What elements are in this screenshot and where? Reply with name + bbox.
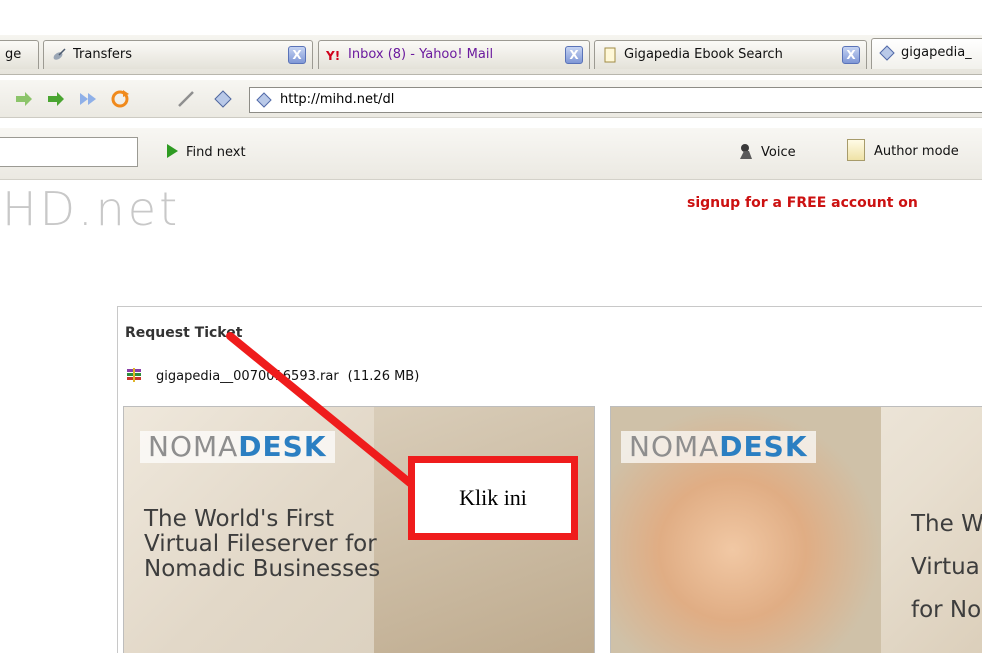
tab-label: Gigapedia Ebook Search: [624, 47, 783, 62]
find-next-label: Find next: [186, 145, 246, 160]
file-size: (11.26 MB): [347, 369, 420, 384]
address-bar[interactable]: http://mihd.net/dl: [249, 87, 982, 113]
site-icon: [879, 45, 895, 61]
file-link[interactable]: gigapedia__0070016593.rar (11.26 MB): [126, 367, 419, 384]
forward-arrow-icon[interactable]: [46, 89, 66, 109]
signup-link[interactable]: signup for a FREE account on: [687, 195, 918, 211]
tab-gigapedia-search[interactable]: Gigapedia Ebook Search X: [594, 40, 867, 69]
site-logo[interactable]: HD.net: [2, 186, 180, 232]
close-tab-icon[interactable]: X: [288, 46, 306, 64]
home-icon[interactable]: [213, 89, 233, 109]
nomadesk-ad-banner[interactable]: NOMADESK The W Virtua for No: [610, 406, 982, 653]
forward-icon[interactable]: [14, 89, 34, 109]
author-mode-label: Author mode: [874, 144, 959, 159]
tab-label: Inbox (8) - Yahoo! Mail: [348, 47, 494, 62]
close-tab-icon[interactable]: X: [842, 46, 860, 64]
document-icon: [847, 139, 865, 161]
yahoo-icon: Y!: [326, 49, 340, 63]
rar-archive-icon: [127, 368, 141, 382]
site-icon: [256, 92, 272, 108]
tab-partial[interactable]: ge: [0, 40, 39, 69]
reload-icon[interactable]: [110, 89, 130, 109]
edit-icon[interactable]: [176, 89, 196, 109]
voice-icon: [740, 144, 752, 159]
annotation-label: Klik ini: [459, 485, 527, 510]
page-icon: [604, 47, 616, 63]
ad-tagline: The W Virtua for No: [911, 511, 982, 623]
nomadesk-logo: NOMADESK: [621, 431, 816, 463]
nomadesk-logo: NOMADESK: [140, 431, 335, 463]
voice-label: Voice: [761, 145, 796, 160]
tab-label: ge: [5, 47, 22, 62]
navigation-bar: http://mihd.net/dl: [0, 80, 982, 118]
tab-yahoo-mail[interactable]: Y! Inbox (8) - Yahoo! Mail X: [318, 40, 590, 69]
file-name: gigapedia__0070016593.rar: [156, 369, 339, 384]
tab-bar: ge Transfers X Y! Inbox (8) - Yahoo! Mai…: [0, 35, 982, 75]
play-icon: [167, 144, 178, 158]
url-text: http://mihd.net/dl: [280, 92, 395, 107]
close-tab-icon[interactable]: X: [565, 46, 583, 64]
voice-button[interactable]: Voice: [737, 142, 796, 160]
author-mode-button[interactable]: Author mode: [847, 139, 959, 161]
ad-tagline: The World's First Virtual Fileserver for…: [144, 506, 381, 582]
annotation-callout: Klik ini: [408, 456, 578, 540]
tab-label: gigapedia_: [901, 45, 972, 60]
satellite-icon: [53, 48, 66, 60]
find-input[interactable]: [0, 137, 138, 167]
fast-forward-icon[interactable]: [78, 89, 98, 109]
tab-label: Transfers: [73, 47, 133, 62]
tab-gigapedia-active[interactable]: gigapedia_: [871, 38, 982, 69]
svg-text:Y!: Y!: [326, 49, 340, 63]
find-next-button[interactable]: Find next: [167, 144, 246, 160]
find-bar: Find next Voice Author mode: [0, 128, 982, 180]
panel-title: Request Ticket: [125, 325, 243, 341]
tab-transfers[interactable]: Transfers X: [43, 40, 313, 69]
